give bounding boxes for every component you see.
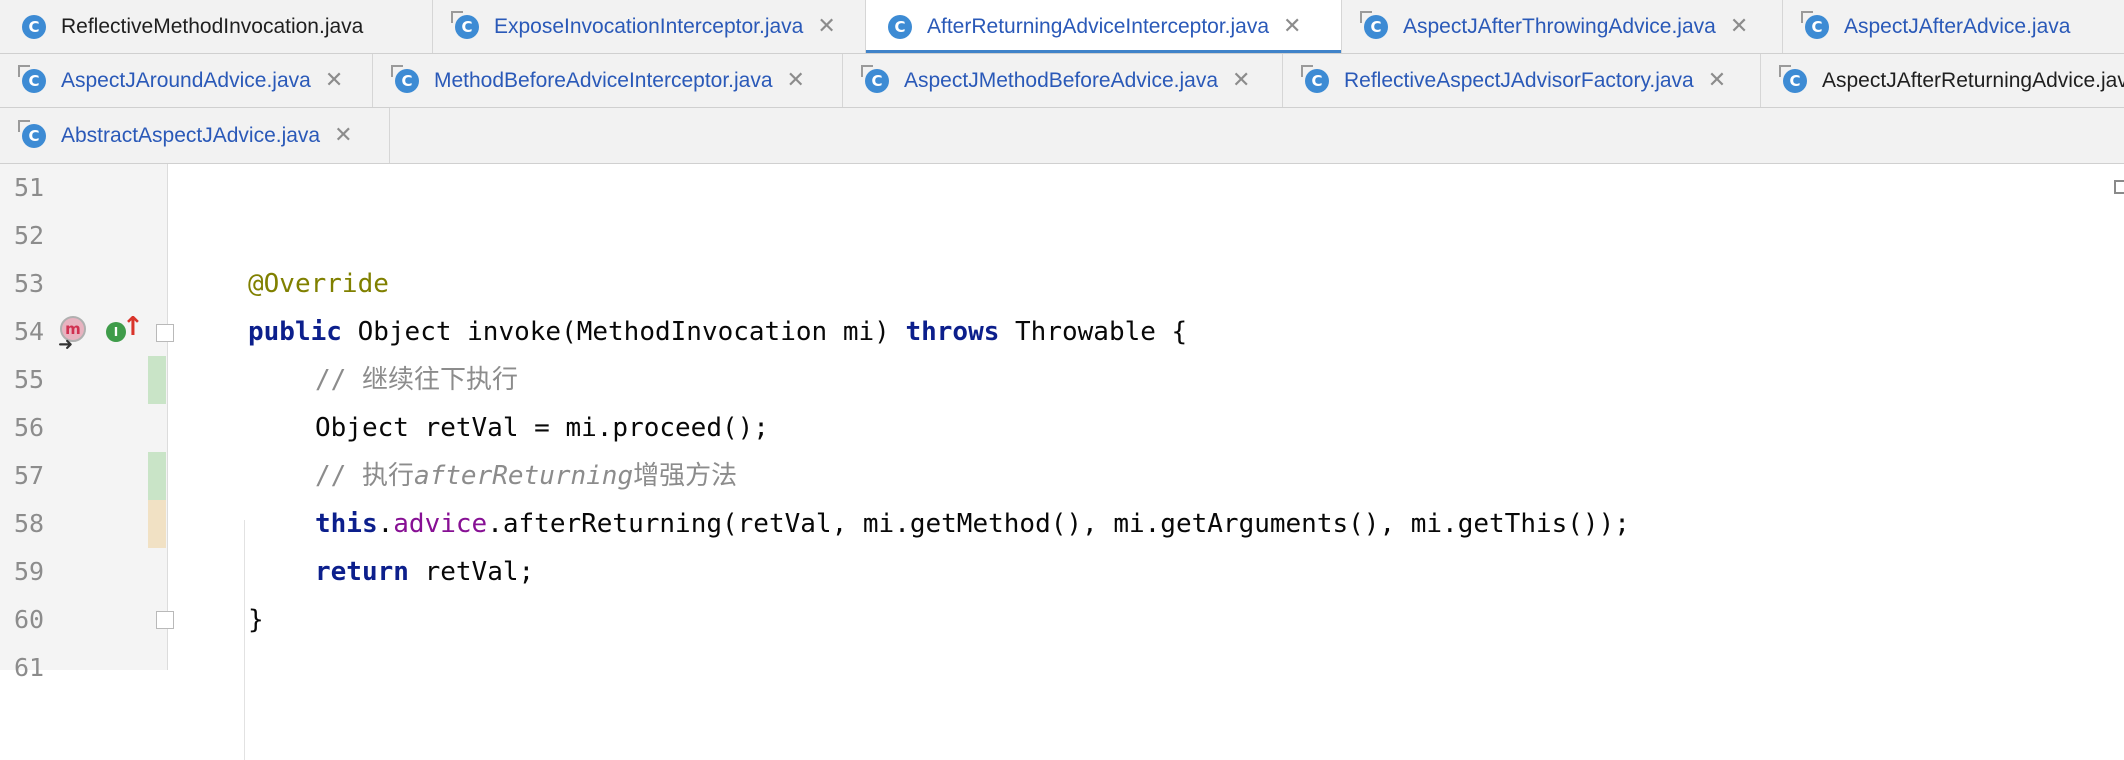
tab-label: MethodBeforeAdviceInterceptor.java: [434, 68, 773, 92]
tab-aspectj-after-returning-advice[interactable]: C AspectJAfterReturningAdvice.java: [1761, 54, 2124, 107]
class-icon: C: [1364, 14, 1388, 39]
editor-tab-row-1: C ReflectiveMethodInvocation.java C Expo…: [0, 0, 2124, 54]
call-text: .afterReturning(retVal, mi.getMethod(), …: [487, 509, 1630, 539]
close-icon[interactable]: ✕: [325, 68, 343, 93]
close-icon[interactable]: ✕: [334, 123, 352, 148]
class-icon: C: [1305, 68, 1329, 93]
added-line-marker[interactable]: [148, 452, 166, 500]
editor-tab-row-2: C AspectJAroundAdvice.java ✕ C MethodBef…: [0, 54, 2124, 108]
comment-part: // 执行: [315, 461, 414, 491]
signature-text: Object invoke(MethodInvocation mi): [341, 317, 906, 347]
tab-aspectj-around-advice[interactable]: C AspectJAroundAdvice.java ✕: [0, 54, 373, 107]
code-line: 53 @Override: [0, 260, 2124, 308]
statement-proceed: Object retVal = mi.proceed();: [315, 413, 769, 443]
method-signature: public Object invoke(MethodInvocation mi…: [248, 308, 1187, 356]
statement-return: return retVal;: [315, 548, 534, 596]
line-number: 53: [14, 269, 45, 298]
reader-mode-icon[interactable]: [2114, 180, 2124, 194]
comment: // 继续往下执行: [315, 365, 518, 395]
line-number: 56: [14, 413, 45, 442]
fold-toggle-icon[interactable]: [156, 324, 174, 342]
tab-label: AspectJAfterReturningAdvice.java: [1822, 68, 2124, 92]
signature-tail: Throwable {: [999, 317, 1188, 347]
keyword-this: this: [315, 509, 378, 539]
comment-part: afterReturning: [413, 461, 634, 491]
editor-tab-row-3: C AbstractAspectJAdvice.java ✕: [0, 108, 2124, 164]
tab-label: AfterReturningAdviceInterceptor.java: [927, 14, 1270, 38]
close-icon[interactable]: ✕: [787, 68, 805, 93]
tab-after-returning-advice-interceptor[interactable]: C AfterReturningAdviceInterceptor.java ✕: [866, 0, 1342, 53]
tab-label: ExposeInvocationInterceptor.java: [494, 14, 804, 38]
code-line: 61: [0, 644, 2124, 692]
line-number: 55: [14, 365, 45, 394]
class-icon: C: [395, 68, 419, 93]
keyword-throws: throws: [905, 317, 1000, 347]
tab-expose-invocation-interceptor[interactable]: C ExposeInvocationInterceptor.java ✕: [433, 0, 866, 53]
class-icon: C: [22, 14, 46, 39]
tab-reflective-aspectj-advisor-factory[interactable]: C ReflectiveAspectJAdvisorFactory.java ✕: [1283, 54, 1761, 107]
step-arrow-icon: ➜: [58, 334, 74, 355]
field-advice: advice: [393, 509, 488, 539]
tab-aspectj-after-advice[interactable]: C AspectJAfterAdvice.java: [1783, 0, 2124, 53]
code-editor[interactable]: 51 52 53 @Override 54 m ➜ I ↑ public Obj…: [0, 164, 2124, 760]
code-line: 60 }: [0, 596, 2124, 644]
class-icon: C: [1805, 14, 1829, 39]
tab-label: AbstractAspectJAdvice.java: [61, 123, 321, 147]
comment: // 执行afterReturning增强方法: [315, 452, 737, 500]
tab-reflective-method-invocation[interactable]: C ReflectiveMethodInvocation.java: [0, 0, 433, 53]
class-icon: C: [865, 68, 889, 93]
code-line: 54 m ➜ I ↑ public Object invoke(MethodIn…: [0, 308, 2124, 356]
return-value: retVal;: [408, 557, 535, 587]
fold-toggle-icon[interactable]: [156, 611, 174, 629]
line-number: 60: [14, 605, 45, 634]
class-icon: C: [22, 68, 46, 93]
tab-label: ReflectiveMethodInvocation.java: [61, 14, 364, 38]
code-line: 55 // 继续往下执行: [0, 356, 2124, 404]
comment-part: 增强方法: [633, 461, 738, 491]
code-line: 51: [0, 164, 2124, 212]
class-icon: C: [888, 14, 912, 39]
statement-after-returning: this.advice.afterReturning(retVal, mi.ge…: [315, 500, 1630, 548]
close-icon[interactable]: ✕: [817, 14, 835, 39]
tab-aspectj-method-before-advice[interactable]: C AspectJMethodBeforeAdvice.java ✕: [843, 54, 1283, 107]
tab-aspectj-after-throwing-advice[interactable]: C AspectJAfterThrowingAdvice.java ✕: [1342, 0, 1783, 53]
keyword-public: public: [248, 317, 342, 347]
go-to-super-icon[interactable]: ↑: [122, 312, 144, 342]
close-icon[interactable]: ✕: [1708, 68, 1726, 93]
code-line: 56 Object retVal = mi.proceed();: [0, 404, 2124, 452]
code-line: 57 // 执行afterReturning增强方法: [0, 452, 2124, 500]
line-number: 61: [14, 653, 45, 682]
code-line: 58 this.advice.afterReturning(retVal, mi…: [0, 500, 2124, 548]
modified-line-marker[interactable]: [148, 500, 166, 548]
closing-brace: }: [248, 605, 264, 635]
tab-method-before-advice-interceptor[interactable]: C MethodBeforeAdviceInterceptor.java ✕: [373, 54, 843, 107]
keyword-return: return: [315, 557, 409, 587]
line-number: 57: [14, 461, 45, 490]
tab-label: AspectJAfterThrowingAdvice.java: [1403, 14, 1716, 38]
close-icon[interactable]: ✕: [1232, 68, 1250, 93]
tab-label: AspectJAroundAdvice.java: [61, 68, 311, 92]
code-line: 59 return retVal;: [0, 548, 2124, 596]
class-icon: C: [1783, 68, 1807, 93]
line-number: 51: [14, 173, 45, 202]
tab-label: AspectJAfterAdvice.java: [1844, 14, 2071, 38]
class-icon: C: [22, 123, 46, 148]
line-number: 52: [14, 221, 45, 250]
close-icon[interactable]: ✕: [1283, 14, 1301, 39]
line-number: 54: [14, 317, 45, 346]
tab-label: AspectJMethodBeforeAdvice.java: [904, 68, 1219, 92]
tab-label: ReflectiveAspectJAdvisorFactory.java: [1344, 68, 1694, 92]
line-number: 58: [14, 509, 45, 538]
class-icon: C: [455, 14, 479, 39]
tab-abstract-aspectj-advice[interactable]: C AbstractAspectJAdvice.java ✕: [0, 108, 390, 163]
code-dot: .: [377, 509, 394, 539]
added-line-marker[interactable]: [148, 356, 166, 404]
close-icon[interactable]: ✕: [1730, 14, 1748, 39]
line-number: 59: [14, 557, 45, 586]
code-line: 52: [0, 212, 2124, 260]
annotation-override: @Override: [248, 269, 389, 299]
